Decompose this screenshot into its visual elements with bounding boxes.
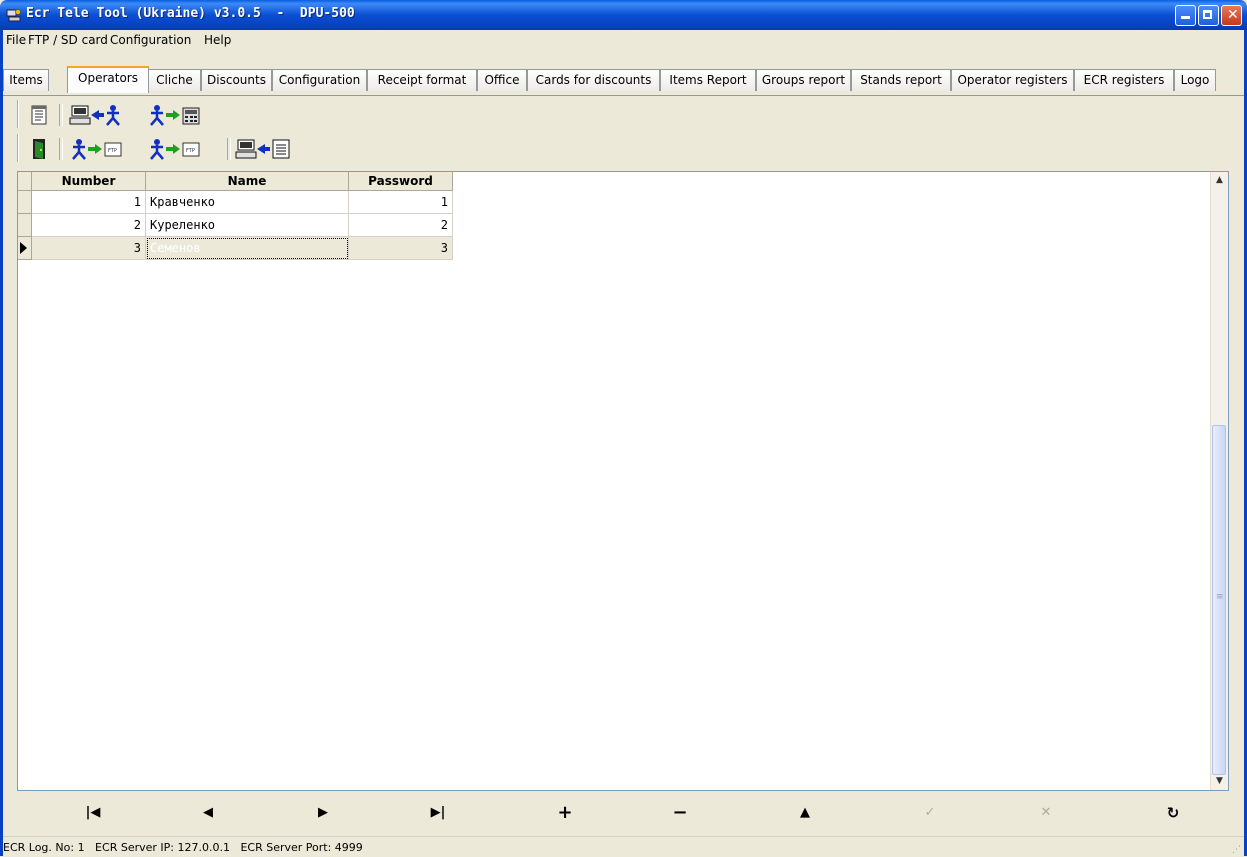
toolbar-separator xyxy=(59,138,63,160)
close-button[interactable]: ✕ xyxy=(1221,5,1242,26)
scroll-down-arrow-icon[interactable]: ▼ xyxy=(1211,773,1228,790)
nav-next-icon[interactable]: ▶ xyxy=(303,801,343,825)
vertical-scrollbar[interactable]: ▲ ≡ ▼ xyxy=(1210,172,1228,790)
pc-to-operator-icon[interactable] xyxy=(69,103,139,127)
maximize-icon xyxy=(1203,10,1212,19)
column-header-name[interactable]: Name xyxy=(146,172,349,191)
current-row-arrow-icon xyxy=(20,242,27,254)
nav-first-icon[interactable]: |◀ xyxy=(73,801,113,825)
cell-password[interactable]: 1 xyxy=(349,191,453,214)
cell-number[interactable]: 3 xyxy=(32,237,146,260)
minimize-button[interactable] xyxy=(1175,5,1196,26)
status-bar: ECR Log. No: 1 ECR Server IP: 127.0.0.1 … xyxy=(3,836,1244,857)
tab-groups-report[interactable]: Groups report xyxy=(756,69,851,91)
nav-post-icon[interactable]: ✓ xyxy=(910,801,950,825)
db-navigator: |◀ ◀ ▶ ▶| + − ▲ ✓ ✕ ↻ xyxy=(3,795,1244,833)
svg-text:FTP: FTP xyxy=(108,148,117,154)
tab-receipt-format[interactable]: Receipt format xyxy=(367,69,477,91)
pc-from-document-icon[interactable] xyxy=(235,137,305,161)
nav-edit-icon[interactable]: ▲ xyxy=(785,801,825,825)
grip-icon: ≡ xyxy=(1216,592,1224,602)
document-icon[interactable] xyxy=(27,103,51,127)
row-indicator xyxy=(18,191,32,214)
nav-prior-icon[interactable]: ◀ xyxy=(188,801,228,825)
operator-to-ecr-icon[interactable] xyxy=(149,103,219,127)
tab-operator-registers[interactable]: Operator registers xyxy=(951,69,1074,91)
resize-grip-icon[interactable]: ⋰ xyxy=(1232,845,1241,855)
grid-indicator-header xyxy=(18,172,32,191)
toolbar-1 xyxy=(17,100,229,128)
tab-cliche[interactable]: Cliche xyxy=(148,69,201,91)
tab-operators[interactable]: Operators xyxy=(67,66,149,93)
row-indicator xyxy=(18,214,32,237)
cell-name[interactable]: Куреленко xyxy=(146,214,349,237)
nav-last-icon[interactable]: ▶| xyxy=(418,801,458,825)
app-icon xyxy=(6,9,21,22)
operators-grid[interactable]: Number Name Password 1 Кравченко 1 2 Кур… xyxy=(17,171,1229,791)
tab-stands-report[interactable]: Stands report xyxy=(851,69,951,91)
scroll-thumb[interactable]: ≡ xyxy=(1212,425,1226,775)
minimize-icon xyxy=(1181,16,1190,19)
nav-delete-icon[interactable]: − xyxy=(660,801,700,825)
column-header-password[interactable]: Password xyxy=(349,172,453,191)
tab-ecr-registers[interactable]: ECR registers xyxy=(1074,69,1174,91)
tab-cards-for-discounts[interactable]: Cards for discounts xyxy=(527,69,660,91)
row-indicator xyxy=(18,237,32,260)
tab-configuration[interactable]: Configuration xyxy=(272,69,367,91)
nav-refresh-icon[interactable]: ↻ xyxy=(1153,801,1193,825)
menu-bar: File FTP / SD card Configuration Help xyxy=(3,30,1244,50)
tab-office[interactable]: Office xyxy=(477,69,527,91)
menu-file[interactable]: File xyxy=(6,33,26,47)
toolbar-separator xyxy=(59,104,63,126)
operator-to-ftp-icon-2[interactable]: FTP xyxy=(149,137,219,161)
cell-number[interactable]: 1 xyxy=(32,191,146,214)
column-header-number[interactable]: Number xyxy=(32,172,146,191)
maximize-button[interactable] xyxy=(1198,5,1219,26)
menu-ftp-sd-card[interactable]: FTP / SD card xyxy=(28,33,108,47)
tab-discounts[interactable]: Discounts xyxy=(201,69,272,91)
toolbar-area: FTP FTP xyxy=(3,96,1244,170)
cell-name-selected[interactable]: Семенов xyxy=(146,237,349,260)
cell-number[interactable]: 2 xyxy=(32,214,146,237)
menu-help[interactable]: Help xyxy=(204,33,231,47)
operator-to-ftp-icon[interactable]: FTP xyxy=(71,137,141,161)
title-bar[interactable]: Ecr Tele Tool (Ukraine) v3.0.5 - DPU-500… xyxy=(0,0,1247,30)
nav-insert-icon[interactable]: + xyxy=(545,801,585,825)
cell-password[interactable]: 2 xyxy=(349,214,453,237)
scroll-up-arrow-icon[interactable]: ▲ xyxy=(1211,172,1228,189)
toolbar-2: FTP FTP xyxy=(17,134,314,162)
tab-logo[interactable]: Logo xyxy=(1174,69,1216,91)
window-title: Ecr Tele Tool (Ukraine) v3.0.5 - DPU-500 xyxy=(26,6,355,21)
cell-name[interactable]: Кравченко xyxy=(146,191,349,214)
nav-cancel-icon[interactable]: ✕ xyxy=(1026,801,1066,825)
tab-strip: Items Operators Cliche Discounts Configu… xyxy=(3,50,1244,96)
menu-configuration[interactable]: Configuration xyxy=(110,33,191,47)
tab-items[interactable]: Items xyxy=(3,69,49,91)
exit-door-icon[interactable] xyxy=(27,137,51,161)
status-text: ECR Log. No: 1 ECR Server IP: 127.0.0.1 … xyxy=(3,841,363,854)
toolbar-separator xyxy=(227,138,231,160)
svg-text:FTP: FTP xyxy=(186,148,195,154)
tab-items-report[interactable]: Items Report xyxy=(660,69,756,91)
close-icon: ✕ xyxy=(1227,7,1239,23)
cell-password[interactable]: 3 xyxy=(349,237,453,260)
